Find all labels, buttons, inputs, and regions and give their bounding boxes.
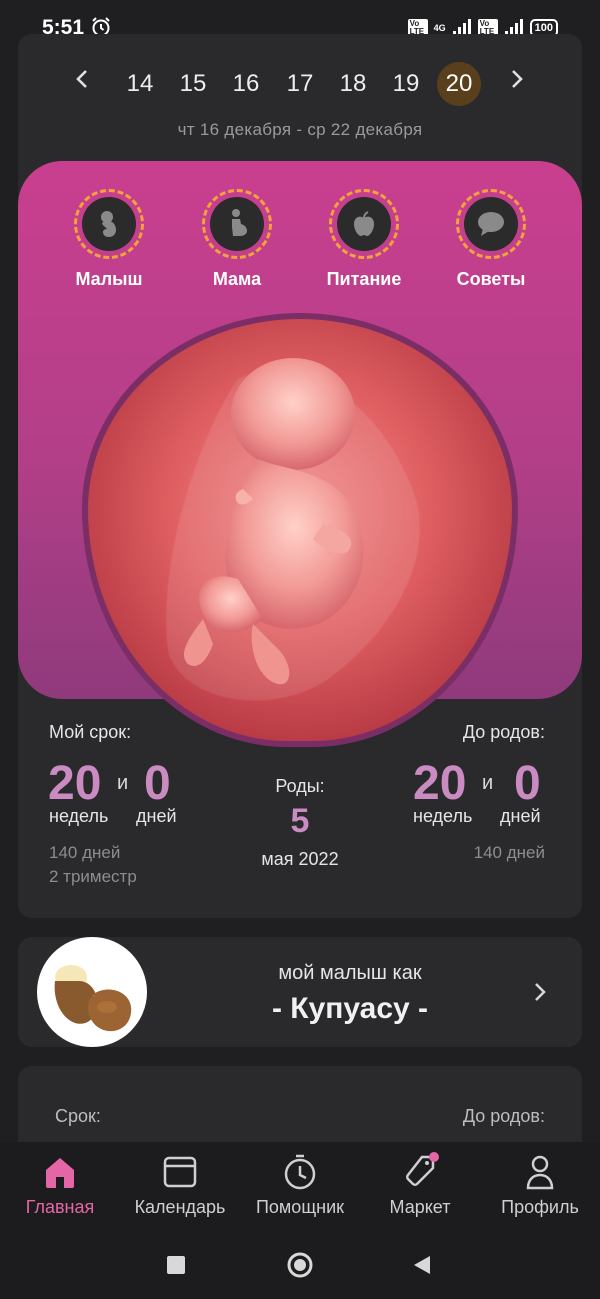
apple-icon — [354, 211, 374, 236]
nav-assistant-label: Помощник — [255, 1197, 344, 1217]
week-20-selected[interactable]: 20 — [437, 62, 481, 106]
until-days-unit: дней — [500, 806, 541, 826]
until-conj: и — [482, 772, 494, 794]
nav-home[interactable]: Главная — [0, 1152, 120, 1218]
system-navigation-bar — [0, 1237, 600, 1299]
baby-size-fruit-name: - Купуасу - — [271, 992, 429, 1025]
week-15[interactable]: 15 — [171, 62, 215, 106]
back-icon[interactable] — [412, 1254, 432, 1276]
until-days-value: 0 — [514, 757, 541, 810]
nav-calendar[interactable]: Календарь — [120, 1152, 240, 1218]
baby-size-subtitle: мой малыш как — [278, 962, 422, 984]
category-nutrition-label: Питание — [326, 269, 402, 289]
nav-market[interactable]: Маркет — [360, 1152, 480, 1218]
chevron-left-icon[interactable] — [72, 68, 94, 90]
tag-icon — [406, 1152, 439, 1186]
person-icon — [526, 1155, 554, 1190]
birth-label: Роды: — [275, 776, 325, 796]
until-weeks-unit: недель — [413, 806, 473, 826]
category-tips[interactable]: Советы — [449, 189, 533, 290]
nav-calendar-label: Календарь — [134, 1197, 226, 1217]
network-label: 4G — [433, 23, 446, 33]
home-button-icon[interactable] — [286, 1251, 314, 1279]
category-nutrition[interactable]: Питание — [322, 189, 406, 290]
nav-profile[interactable]: Профиль — [480, 1152, 600, 1218]
calendar-icon — [163, 1156, 197, 1188]
category-mom-label: Мама — [212, 269, 262, 289]
until-weeks-value: 20 — [413, 757, 467, 810]
card3-right-label: До родов: — [462, 1106, 545, 1126]
category-baby[interactable]: Малыш — [67, 189, 151, 290]
pregnant-woman-icon — [232, 209, 247, 236]
week-19[interactable]: 19 — [384, 62, 428, 106]
week-selector: 14 15 16 17 18 19 20 — [62, 56, 538, 106]
baby-icon — [101, 211, 116, 237]
chevron-right-icon[interactable] — [505, 68, 527, 90]
chevron-right-icon — [535, 983, 546, 1001]
week-16[interactable]: 16 — [224, 62, 268, 106]
until-total-days: 140 дней — [473, 843, 545, 862]
category-tips-label: Советы — [456, 269, 526, 289]
recents-icon[interactable] — [166, 1255, 186, 1275]
nav-profile-label: Профиль — [501, 1197, 579, 1217]
fetus-image-frame[interactable] — [82, 313, 518, 747]
category-mom[interactable]: Мама — [195, 189, 279, 290]
date-range: чт 16 декабря - ср 22 декабря — [177, 120, 423, 139]
term-label: Мой срок: — [49, 722, 132, 742]
cupuacu-image — [37, 937, 147, 1047]
nav-market-label: Маркет — [389, 1197, 451, 1217]
term-trimester: 2 триместр — [49, 867, 137, 886]
category-baby-label: Малыш — [75, 269, 143, 289]
card3-left-label: Срок: — [55, 1106, 101, 1126]
week-14[interactable]: 14 — [118, 62, 162, 106]
week-18[interactable]: 18 — [331, 62, 375, 106]
week-17[interactable]: 17 — [278, 62, 322, 106]
nav-assistant[interactable]: Помощник — [240, 1152, 360, 1218]
fetus-image — [88, 319, 512, 741]
chat-bubble-icon — [478, 212, 504, 236]
clock-icon — [284, 1154, 316, 1190]
home-icon — [46, 1158, 74, 1188]
until-label: До родов: — [462, 722, 545, 742]
nav-home-label: Главная — [25, 1197, 95, 1217]
